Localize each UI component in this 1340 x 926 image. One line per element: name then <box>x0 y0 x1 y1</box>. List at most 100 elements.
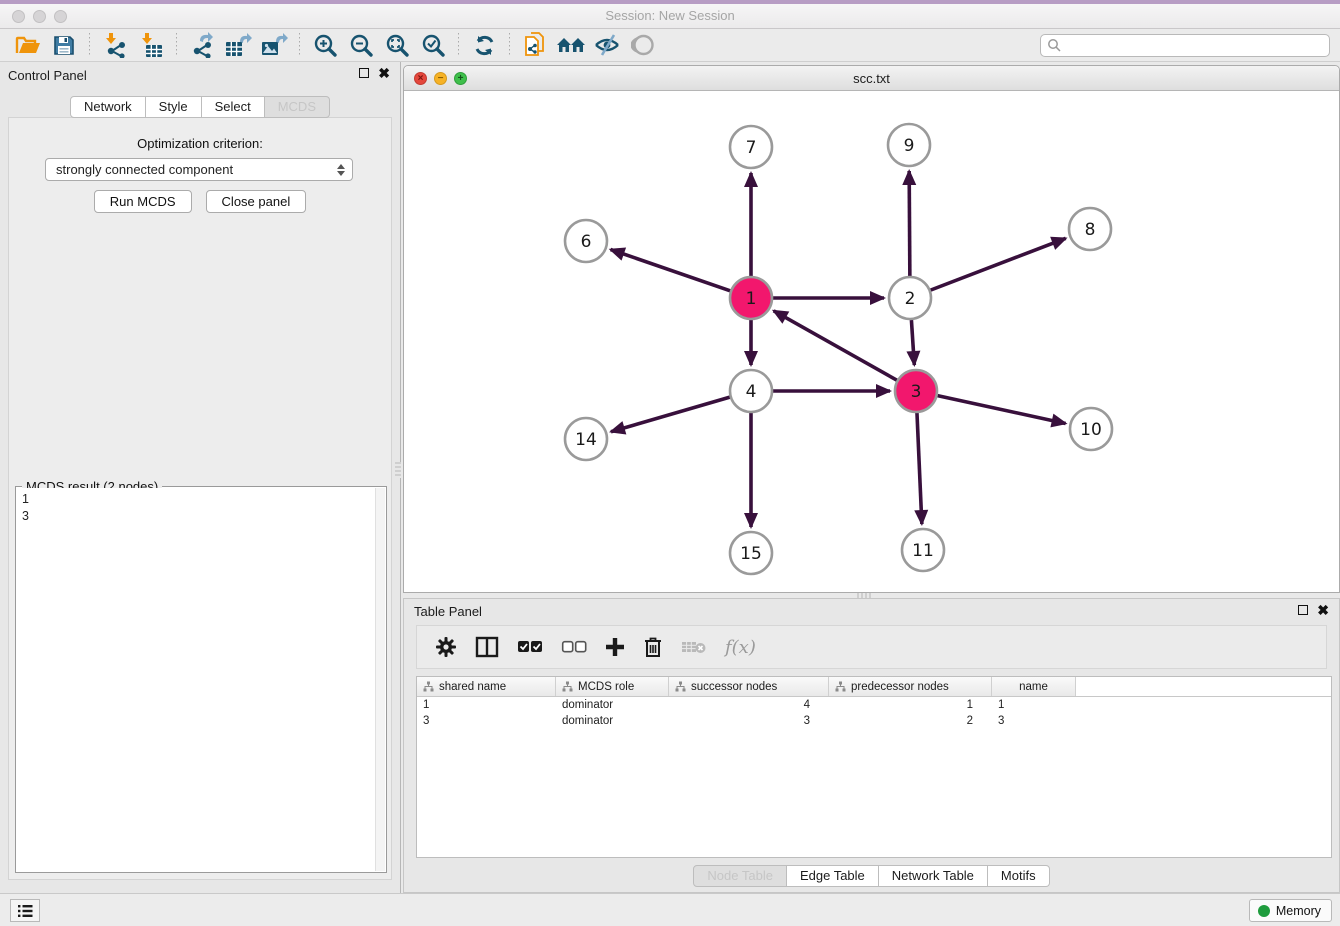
close-table-panel-icon[interactable]: ✖ <box>1317 605 1329 615</box>
table-cell[interactable]: dominator <box>556 699 669 711</box>
table-cell[interactable]: 1 <box>829 699 992 711</box>
level-of-detail-button[interactable] <box>628 31 658 59</box>
close-panel-button[interactable]: Close panel <box>206 190 307 213</box>
network-graph[interactable]: 7 9 6 8 1 2 4 3 14 10 15 11 <box>404 91 1339 592</box>
mcds-panel: Optimization criterion: strongly connect… <box>8 117 392 880</box>
network-canvas[interactable]: 7 9 6 8 1 2 4 3 14 10 15 11 <box>404 91 1339 592</box>
graph-node-2[interactable]: 2 <box>889 277 931 319</box>
function-builder-button[interactable]: f(x) <box>725 637 756 658</box>
import-network-button[interactable] <box>100 31 130 59</box>
edge-3-11[interactable] <box>917 413 922 524</box>
graph-node-10[interactable]: 10 <box>1070 408 1112 450</box>
graph-node-1[interactable]: 1 <box>730 277 772 319</box>
memory-button[interactable]: Memory <box>1249 899 1332 922</box>
table-panel: Table Panel ✖ <box>403 598 1340 893</box>
column-header-label: MCDS role <box>578 681 634 693</box>
first-neighbors-button[interactable] <box>556 31 586 59</box>
table-cell[interactable]: 1 <box>417 699 556 711</box>
float-table-panel-icon[interactable] <box>1298 605 1308 615</box>
edge-2-8[interactable] <box>931 238 1066 290</box>
table-tab-network-table[interactable]: Network Table <box>879 865 988 887</box>
table-cell[interactable]: 3 <box>669 715 829 727</box>
import-network-icon <box>102 32 128 58</box>
svg-text:11: 11 <box>912 541 934 561</box>
table-tab-motifs[interactable]: Motifs <box>988 865 1050 887</box>
gear-icon <box>435 636 457 658</box>
close-panel-icon[interactable]: ✖ <box>378 68 390 78</box>
show-hide-graphics-button[interactable] <box>592 31 622 59</box>
control-tab-style[interactable]: Style <box>146 96 202 118</box>
delete-columns-button[interactable] <box>643 636 663 658</box>
table-cell[interactable]: 3 <box>992 715 1076 727</box>
duplicate-network-button[interactable] <box>520 31 550 59</box>
dropdown-stepper-icon <box>337 164 345 176</box>
refresh-layout-button[interactable] <box>469 31 499 59</box>
control-tab-network[interactable]: Network <box>70 96 146 118</box>
graph-node-4[interactable]: 4 <box>730 370 772 412</box>
main-toolbar <box>0 29 1340 62</box>
graph-node-14[interactable]: 14 <box>565 418 607 460</box>
export-table-button[interactable] <box>223 31 253 59</box>
open-session-button[interactable] <box>13 31 43 59</box>
table-cell[interactable]: 3 <box>417 715 556 727</box>
table-cell[interactable]: 2 <box>829 715 992 727</box>
import-table-icon <box>138 32 164 58</box>
graph-node-15[interactable]: 15 <box>730 532 772 574</box>
float-panel-icon[interactable] <box>359 68 369 78</box>
zoom-selected-button[interactable] <box>418 31 448 59</box>
import-table-button[interactable] <box>136 31 166 59</box>
zoom-fit-button[interactable] <box>382 31 412 59</box>
graph-node-8[interactable]: 8 <box>1069 208 1111 250</box>
export-network-button[interactable] <box>187 31 217 59</box>
table-cell[interactable]: dominator <box>556 715 669 727</box>
column-header-successor-nodes[interactable]: successor nodes <box>669 677 829 696</box>
optimization-criterion-select[interactable]: strongly connected component <box>45 158 353 181</box>
graph-node-11[interactable]: 11 <box>902 529 944 571</box>
table-tab-node-table[interactable]: Node Table <box>693 865 787 887</box>
control-tab-select[interactable]: Select <box>202 96 265 118</box>
table-cell[interactable]: 1 <box>992 699 1076 711</box>
memory-status-icon <box>1258 905 1270 917</box>
edge-2-9[interactable] <box>909 171 910 276</box>
table-tab-edge-table[interactable]: Edge Table <box>787 865 879 887</box>
zoom-in-button[interactable] <box>310 31 340 59</box>
table-row[interactable]: 1dominator411 <box>417 697 1331 713</box>
create-column-button[interactable] <box>605 637 625 657</box>
edge-3-10[interactable] <box>937 396 1065 424</box>
edge-3-1[interactable] <box>774 311 897 380</box>
node-table[interactable]: shared name MCDS role successor nodes prede… <box>416 676 1332 858</box>
run-mcds-button[interactable]: Run MCDS <box>94 190 192 213</box>
graph-node-7[interactable]: 7 <box>730 126 772 168</box>
control-tab-mcds[interactable]: MCDS <box>265 96 330 118</box>
window-title: Session: New Session <box>0 8 1340 23</box>
graph-node-9[interactable]: 9 <box>888 124 930 166</box>
search-input[interactable] <box>1062 39 1329 53</box>
graph-node-3[interactable]: 3 <box>895 370 937 412</box>
panel-list-button[interactable] <box>10 899 40 922</box>
deselect-all-button[interactable] <box>561 640 587 654</box>
edge-1-6[interactable] <box>611 249 731 290</box>
control-panel-tabs: NetworkStyleSelectMCDS <box>0 96 400 118</box>
svg-text:1: 1 <box>746 289 757 309</box>
column-type-icon <box>562 681 573 692</box>
export-image-button[interactable] <box>259 31 289 59</box>
edge-2-3[interactable] <box>911 320 914 365</box>
column-header-label: successor nodes <box>691 681 777 693</box>
search-box[interactable] <box>1040 34 1330 57</box>
table-cell[interactable]: 4 <box>669 699 829 711</box>
column-header-shared-name[interactable]: shared name <box>417 677 556 696</box>
select-all-button[interactable] <box>517 640 543 654</box>
change-table-mode-button[interactable] <box>435 636 457 658</box>
column-header-predecessor-nodes[interactable]: predecessor nodes <box>829 677 992 696</box>
edge-4-14[interactable] <box>611 397 730 432</box>
save-session-button[interactable] <box>49 31 79 59</box>
vertical-splitter-handle[interactable] <box>395 462 401 478</box>
table-row[interactable]: 3dominator323 <box>417 713 1331 729</box>
column-header-name[interactable]: name <box>992 677 1076 696</box>
graph-node-6[interactable]: 6 <box>565 220 607 262</box>
delete-table-button[interactable] <box>681 639 707 655</box>
format-columns-button[interactable] <box>475 636 499 658</box>
zoom-out-button[interactable] <box>346 31 376 59</box>
result-scrollbar[interactable] <box>375 488 385 871</box>
column-header-MCDS-role[interactable]: MCDS role <box>556 677 669 696</box>
